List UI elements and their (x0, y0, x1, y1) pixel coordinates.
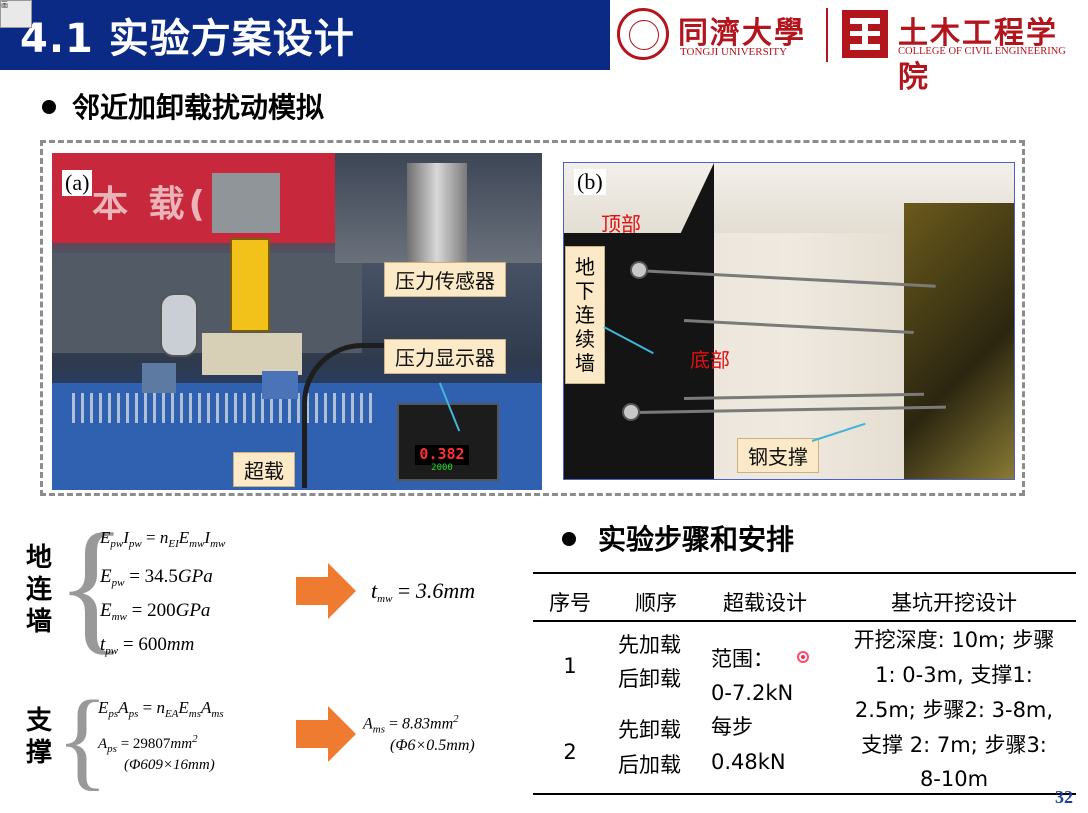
formula-strut-section: (Φ609×16mm) (124, 757, 215, 773)
tongji-seal-icon (617, 8, 669, 60)
label-diaphragm-wall: 地连墙 (25, 543, 52, 637)
table-header-cell: 基坑开挖设计 (891, 591, 1017, 615)
formula-strut-stiffness: EpsAps = nEAEmsAms (98, 698, 224, 720)
table-cell-order: 先卸载 (618, 718, 681, 742)
bullet-icon (562, 532, 576, 546)
formula-wall-tpw: tpw = 600mm (100, 634, 195, 657)
label-top: 顶部 (601, 212, 641, 236)
table-cell-excavation: 8-10m (919, 767, 989, 791)
civil-college-logo-english: COLLEGE OF CIVIL ENGINEERING (898, 46, 1066, 57)
formula-wall-result: tmw = 3.6mm (371, 578, 476, 605)
pressure-meter: 0.382 2000 (397, 403, 499, 481)
formula-strut-result-note: (Φ6×0.5mm) (390, 737, 475, 754)
strut-bolt-icon (622, 403, 640, 421)
dial-gauge (160, 293, 198, 357)
table-header-cell: 序号 (549, 591, 591, 615)
table-cell-no: 1 (563, 654, 577, 678)
table-cell-overload: 0.48kN (711, 750, 786, 774)
callout-pressure-display: 压力显示器 (384, 339, 506, 374)
table-top-rule (533, 572, 1076, 574)
right-arrow-icon (296, 706, 356, 762)
soil-face (904, 203, 1014, 479)
table-cell-order: 先加载 (618, 633, 681, 657)
table-cell-excavation: 支撑 2: 7m; 步骤3: (861, 733, 1047, 757)
table-cell-overload: 0-7.2kN (711, 681, 794, 705)
meter-reading: 0.382 (415, 445, 469, 465)
slide-title: 4.1 实验方案设计 (20, 16, 355, 62)
table-bottom-rule (533, 793, 1076, 795)
table-cell-excavation: 1: 0-3m, 支撑1: (875, 663, 1033, 687)
bullet-icon (42, 100, 56, 114)
formula-wall-stiffness: EpwIpw = nEIEmwImw (100, 528, 226, 550)
label-bottom: 底部 (690, 348, 730, 372)
hydraulic-jack (230, 238, 270, 332)
callout-steel-strut: 钢支撑 (737, 438, 819, 473)
label-strut: 支撑 (25, 706, 52, 768)
table-cell-excavation: 2.5m; 步骤2: 3-8m, (854, 698, 1054, 722)
table-cell-order: 后加载 (618, 753, 681, 777)
section-heading-steps: 实验步骤和安排 (598, 523, 795, 556)
callout-pressure-sensor: 压力传感器 (384, 262, 506, 297)
formula-strut-result: Ams = 8.83mm2 (363, 713, 459, 736)
photo-loading-setup: 本 载(K 0.382 2000 (a) (52, 153, 542, 490)
sensor-inset-photo (335, 153, 542, 263)
table-cell-no: 2 (563, 740, 577, 764)
right-arrow-icon (296, 563, 356, 619)
laser-pointer-icon (797, 651, 809, 663)
logo-divider (826, 8, 828, 62)
table-cell-order: 后卸载 (618, 667, 681, 691)
tongji-logo-english: TONGJI UNIVERSITY (680, 46, 788, 58)
corner-thumbnail: 画 (0, 0, 32, 28)
table-cell-overload: 每步 (711, 715, 753, 739)
formula-strut-aps: Aps = 29807mm2 (98, 733, 198, 755)
strut-bolt-icon (630, 261, 648, 279)
formula-wall-epw: Epw = 34.5GPa (100, 566, 213, 589)
civil-college-logo-icon (842, 10, 888, 58)
callout-diaphragm-wall: 地下连续墙 (565, 246, 605, 384)
callout-overload: 超载 (233, 452, 295, 487)
table-cell-overload: 范围： (711, 647, 774, 671)
slide-header: 4.1 实验方案设计 画 同濟大學 TONGJI UNIVERSITY 土木工程… (0, 0, 1088, 95)
page-number: 32 (1055, 787, 1073, 807)
table-header-rule (533, 620, 1076, 622)
meter-setpoint: 2000 (431, 463, 453, 473)
table-cell-excavation: 开挖深度: 10m; 步骤 (853, 628, 1055, 652)
table-header-cell: 顺序 (635, 591, 677, 615)
panel-tag-a: (a) (62, 170, 93, 196)
formula-wall-emw: Emw = 200GPa (100, 600, 211, 623)
section-heading-loading: 邻近加卸载扰动模拟 (72, 91, 325, 124)
table-header-cell: 超载设计 (723, 591, 807, 615)
panel-tag-b: (b) (574, 169, 606, 195)
